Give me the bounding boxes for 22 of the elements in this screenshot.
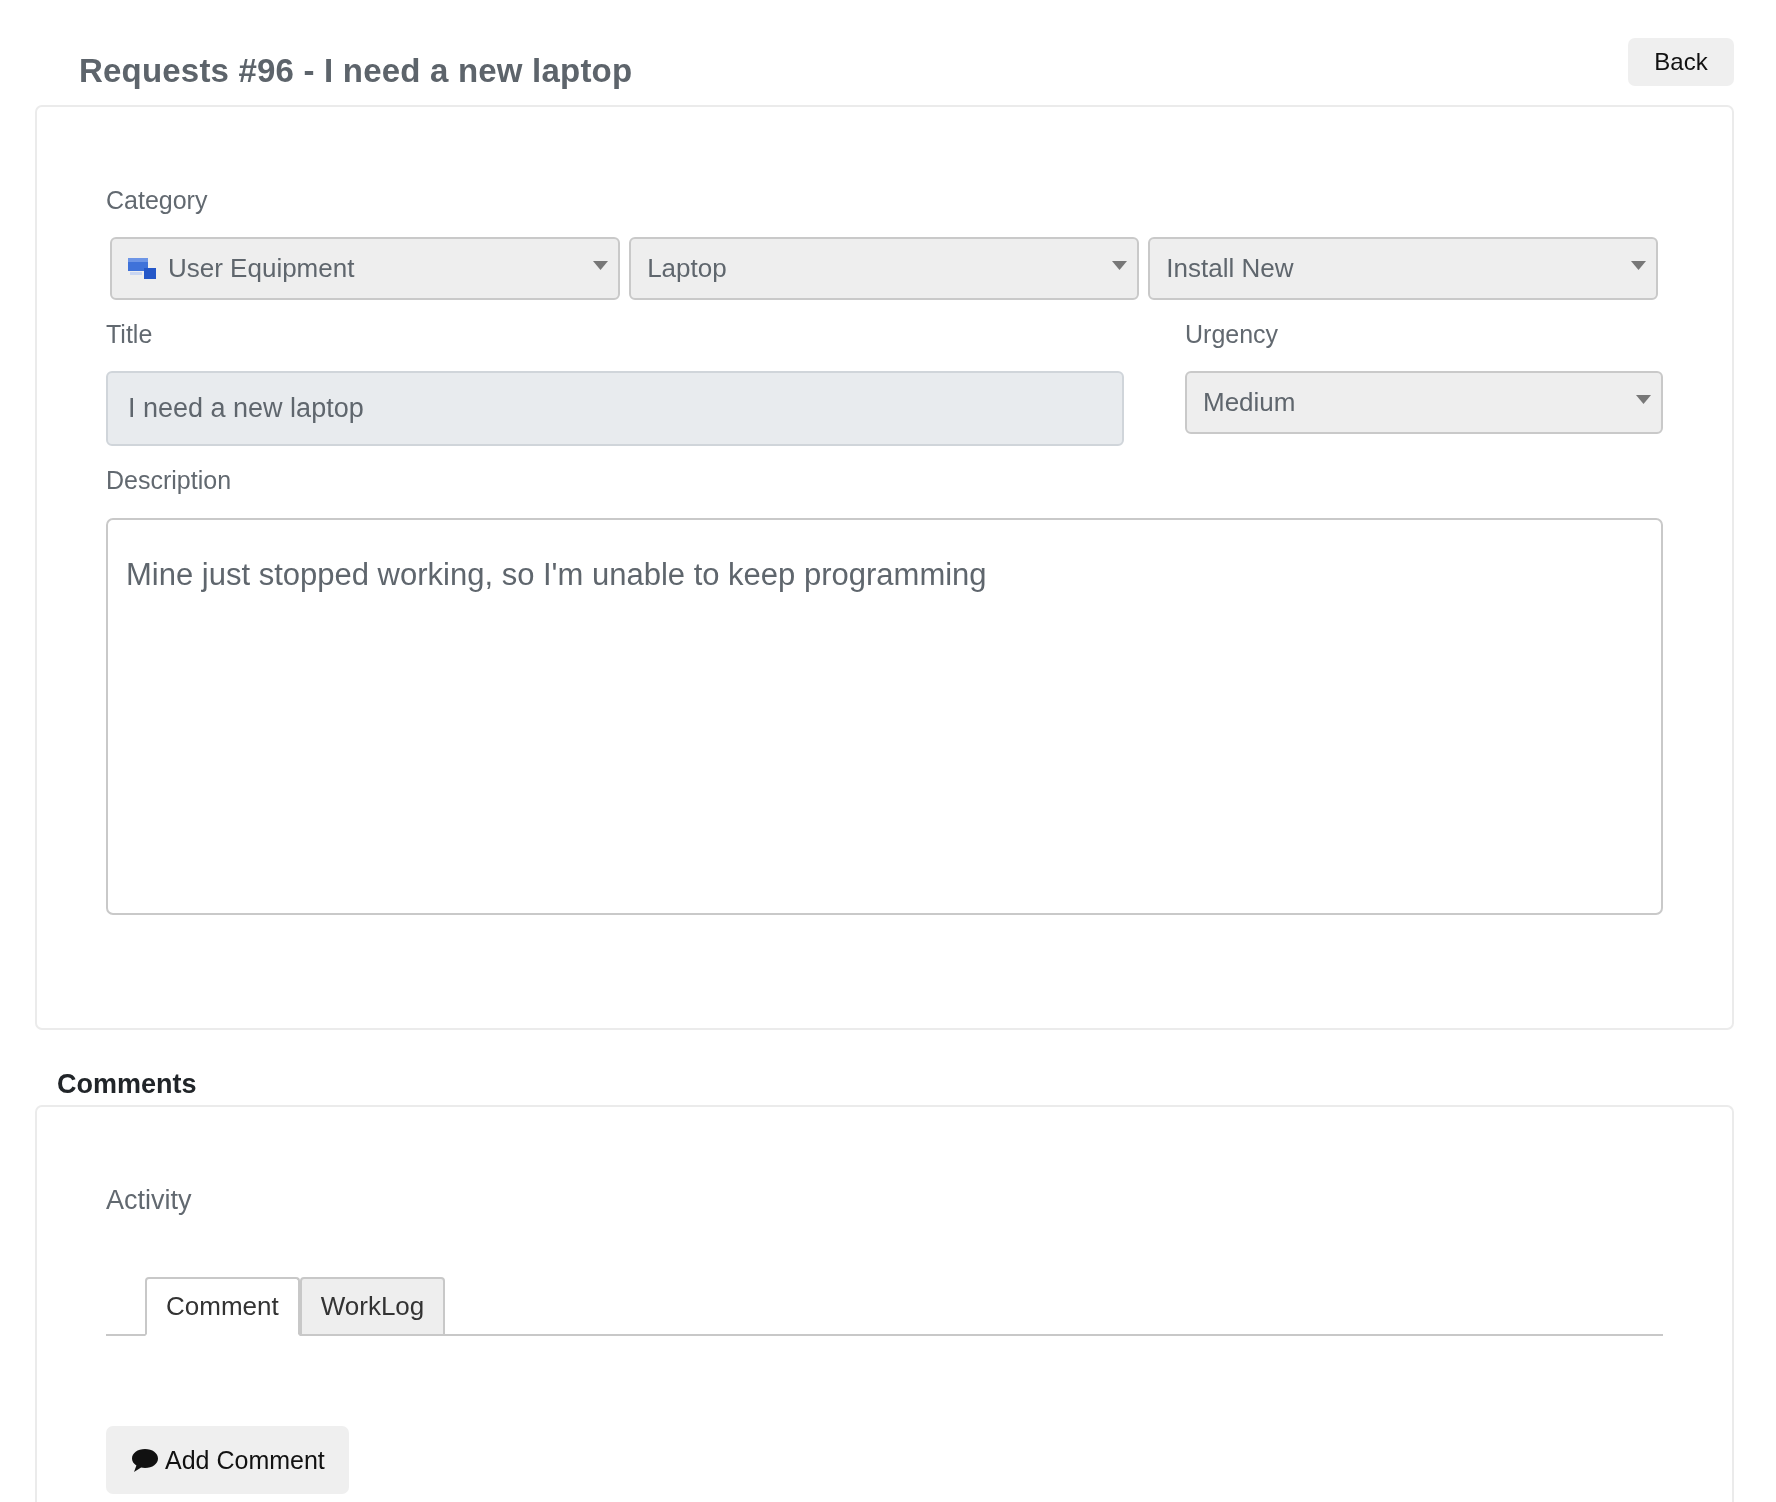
monitor-icon [128, 258, 156, 279]
tab[interactable]: WorkLog [299, 1277, 446, 1336]
page-title: Requests #96 - I need a new laptop [79, 51, 633, 91]
description-field[interactable]: Mine just stopped working, so I'm unable to keep programming [106, 518, 1663, 915]
category-select[interactable]: Laptop [629, 237, 1139, 300]
tab[interactable]: Comment [145, 1277, 300, 1336]
category-select[interactable]: User Equipment [110, 237, 620, 300]
field-label: Urgency [1185, 319, 1280, 349]
caret-icon [1631, 261, 1646, 270]
activity-label: Activity [106, 1184, 192, 1216]
field-label: Category [106, 185, 209, 215]
section-heading: Comments [57, 1068, 198, 1100]
caret-icon [1111, 261, 1127, 270]
caret-icon [592, 261, 608, 270]
comment-icon [132, 1448, 158, 1472]
caret-icon [1636, 395, 1651, 404]
back-button[interactable]: Back [1628, 38, 1734, 86]
field-label: Description [106, 465, 233, 495]
urgency-select[interactable]: Medium [1185, 371, 1663, 434]
field-label: Title [106, 319, 154, 349]
category-select[interactable]: Install New [1148, 237, 1658, 300]
add-comment-button[interactable]: Add Comment [106, 1426, 349, 1494]
